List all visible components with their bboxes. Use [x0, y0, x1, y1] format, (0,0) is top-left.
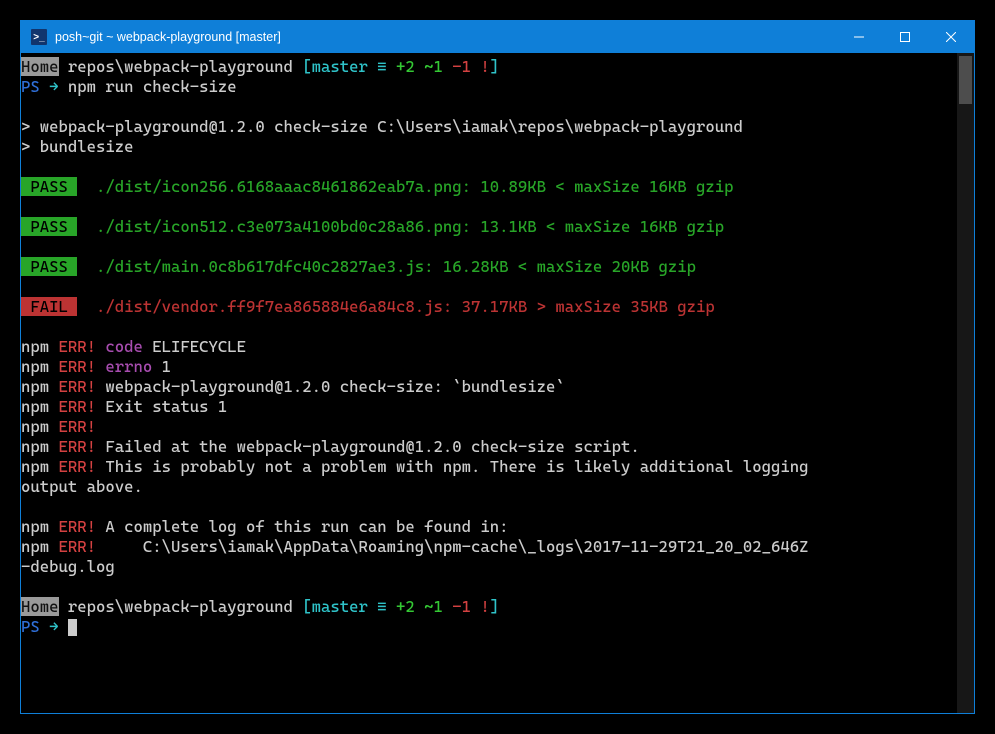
status-bang: !	[480, 57, 489, 76]
err-word: ERR!	[59, 437, 97, 456]
status-modified: ~1	[424, 597, 452, 616]
npm-word: npm	[21, 517, 59, 536]
npm-word: npm	[21, 337, 59, 356]
npm-word: npm	[21, 357, 59, 376]
pass-badge: PASS	[21, 257, 77, 276]
err-key: errno	[96, 357, 162, 376]
bracket: [	[302, 597, 311, 616]
status-deleted: -1	[452, 57, 480, 76]
pass-badge: PASS	[21, 217, 77, 236]
window-title: posh~git ~ webpack-playground [master]	[55, 30, 281, 44]
branch-name: master	[312, 597, 368, 616]
npm-word: npm	[21, 377, 59, 396]
npm-word: npm	[21, 417, 59, 436]
client-area: Home repos\webpack-playground [master ≡ …	[21, 53, 974, 713]
ps-label: PS	[21, 77, 49, 96]
home-badge: Home	[21, 597, 59, 616]
err-word: ERR!	[59, 417, 97, 436]
bracket: [	[302, 57, 311, 76]
err-word: ERR!	[59, 337, 97, 356]
command-line: npm run check-size	[59, 77, 237, 96]
result-line: ./dist/vendor.ff9f7ea865884e6a84c8.js: 3…	[77, 297, 715, 316]
err-word: ERR!	[59, 357, 97, 376]
err-text: C:\Users\iamak\AppData\Roaming\npm-cache…	[96, 537, 809, 556]
app-icon: >_	[31, 29, 47, 45]
err-text: A complete log of this run can be found …	[96, 517, 509, 536]
err-text: output above.	[21, 477, 143, 496]
npm-script-header: > webpack-playground@1.2.0 check-size C:…	[21, 117, 743, 136]
minimize-button[interactable]	[836, 21, 882, 53]
status-added: +2	[396, 597, 424, 616]
err-val: 1	[162, 357, 171, 376]
titlebar[interactable]: >_ posh~git ~ webpack-playground [master…	[21, 21, 974, 53]
err-val: ELIFECYCLE	[152, 337, 246, 356]
status-equiv: ≡	[368, 597, 396, 616]
status-equiv: ≡	[368, 57, 396, 76]
npm-word: npm	[21, 397, 59, 416]
err-text: Failed at the webpack-playground@1.2.0 c…	[96, 437, 640, 456]
bracket: ]	[490, 57, 499, 76]
err-word: ERR!	[59, 457, 97, 476]
npm-word: npm	[21, 537, 59, 556]
err-text: webpack-playground@1.2.0 check-size: `bu…	[96, 377, 565, 396]
result-line: ./dist/icon512.c3e073a4100bd0c28a86.png:…	[77, 217, 724, 236]
prompt-arrow-icon: →	[49, 617, 68, 636]
npm-word: npm	[21, 437, 59, 456]
err-word: ERR!	[59, 397, 97, 416]
npm-word: npm	[21, 457, 59, 476]
status-bang: !	[480, 597, 489, 616]
err-word: ERR!	[59, 517, 97, 536]
status-deleted: -1	[452, 597, 480, 616]
terminal-output[interactable]: Home repos\webpack-playground [master ≡ …	[21, 53, 957, 713]
err-word: ERR!	[59, 537, 97, 556]
err-text: Exit status 1	[96, 397, 227, 416]
err-text: -debug.log	[21, 557, 115, 576]
prompt-path: repos\webpack-playground	[59, 57, 303, 76]
home-badge: Home	[21, 57, 59, 76]
maximize-button[interactable]	[882, 21, 928, 53]
scrollbar[interactable]	[957, 53, 974, 713]
cursor	[68, 619, 77, 636]
status-added: +2	[396, 57, 424, 76]
scrollbar-thumb[interactable]	[959, 56, 972, 104]
close-button[interactable]	[928, 21, 974, 53]
err-word: ERR!	[59, 377, 97, 396]
prompt-path: repos\webpack-playground	[59, 597, 303, 616]
err-text: This is probably not a problem with npm.…	[96, 457, 818, 476]
window-frame: >_ posh~git ~ webpack-playground [master…	[20, 20, 975, 714]
branch-name: master	[312, 57, 368, 76]
pass-badge: PASS	[21, 177, 77, 196]
prompt-arrow-icon: →	[49, 77, 58, 96]
result-line: ./dist/main.0c8b617dfc40c2827ae3.js: 16.…	[77, 257, 696, 276]
npm-script-header: > bundlesize	[21, 137, 134, 156]
ps-label: PS	[21, 617, 49, 636]
result-line: ./dist/icon256.6168aaac8461862eab7a.png:…	[77, 177, 733, 196]
fail-badge: FAIL	[21, 297, 77, 316]
err-key: code	[96, 337, 152, 356]
status-modified: ~1	[424, 57, 452, 76]
bracket: ]	[490, 597, 499, 616]
